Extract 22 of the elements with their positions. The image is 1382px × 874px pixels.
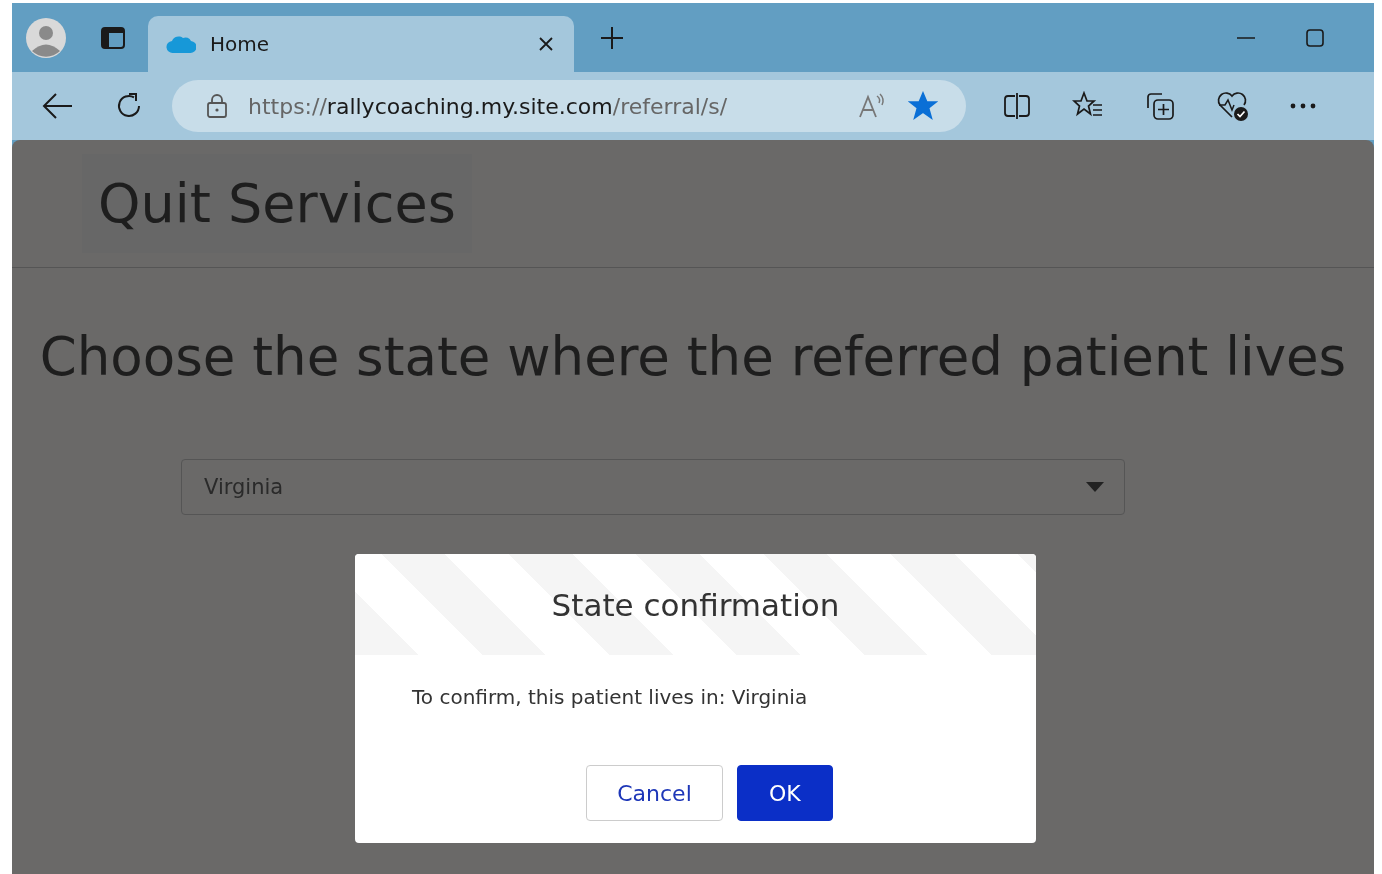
cloud-icon bbox=[166, 34, 196, 54]
url-text: https://rallycoaching.my.site.com/referral/s/ bbox=[248, 93, 728, 119]
minimize-icon[interactable] bbox=[1236, 35, 1256, 40]
address-bar[interactable]: https://rallycoaching.my.site.com/referral/s/ bbox=[172, 80, 966, 132]
dropdown-caret-icon bbox=[1086, 482, 1104, 492]
split-screen-icon[interactable] bbox=[1002, 92, 1032, 120]
dialog-title: State confirmation bbox=[551, 586, 840, 623]
close-icon[interactable] bbox=[538, 36, 554, 52]
browser-tab[interactable]: Home bbox=[148, 16, 574, 72]
page-heading: Choose the state where the referred patient lives bbox=[39, 326, 1347, 387]
favorite-star-icon[interactable] bbox=[908, 91, 938, 121]
lock-icon bbox=[206, 93, 228, 119]
more-menu-icon[interactable] bbox=[1290, 103, 1316, 109]
back-arrow-icon[interactable] bbox=[42, 92, 74, 120]
ok-button[interactable]: OK bbox=[736, 765, 833, 821]
heart-check-icon[interactable] bbox=[1216, 90, 1250, 122]
new-tab-icon[interactable] bbox=[600, 25, 624, 50]
maximize-icon[interactable] bbox=[1306, 28, 1324, 47]
cancel-button[interactable]: Cancel bbox=[586, 765, 723, 821]
collections-icon[interactable] bbox=[1144, 90, 1176, 122]
dialog-message: To confirm, this patient lives in: Virginia bbox=[411, 684, 809, 711]
tab-actions-icon[interactable] bbox=[100, 24, 126, 51]
